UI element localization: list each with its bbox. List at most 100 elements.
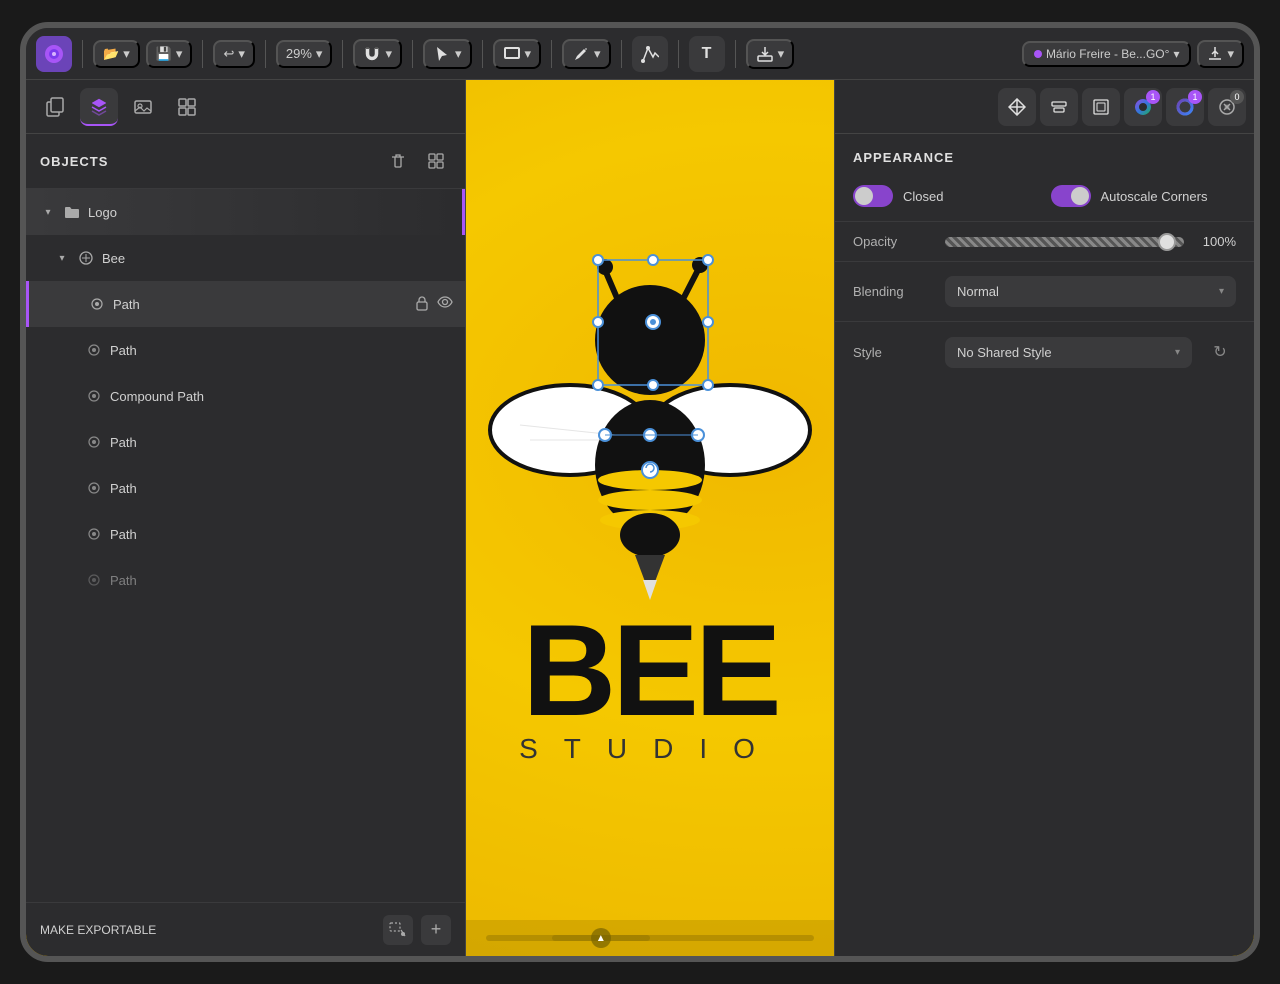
user-name-label: Mário Freire - Be...GO°: [1046, 47, 1170, 61]
bee-illustration: [450, 235, 850, 675]
layer-item-path1[interactable]: Path: [26, 281, 465, 327]
magnet-dropdown[interactable]: ▾: [353, 39, 402, 69]
right-panel-icon-row: 1 1: [835, 80, 1254, 134]
transform-tool-button[interactable]: [1082, 88, 1120, 126]
path1-actions: [415, 295, 453, 314]
bee-chevron-icon[interactable]: ▾: [54, 250, 70, 266]
export-selection-button[interactable]: [383, 915, 413, 945]
closed-toggle[interactable]: [853, 185, 893, 207]
make-exportable-label: MAKE EXPORTABLE: [40, 923, 156, 937]
canvas-content: BEE STUDIO: [466, 80, 834, 920]
toolbar-separator-1: [82, 40, 83, 68]
scrollbar-thumb[interactable]: ▲: [552, 935, 650, 941]
layer-item-path2[interactable]: Path: [26, 327, 465, 373]
style-select[interactable]: No Shared Style ▾: [945, 337, 1192, 368]
export-dropdown[interactable]: ▾: [1197, 40, 1244, 68]
objects-panel: OBJECTS: [26, 134, 465, 956]
export-chevron-icon: ▾: [1227, 46, 1234, 62]
style-value: No Shared Style: [957, 345, 1052, 360]
path2-layer-name: Path: [110, 343, 453, 358]
opacity-slider[interactable]: [945, 237, 1184, 247]
objects-header-actions: [383, 146, 451, 176]
file-dropdown[interactable]: 📂 ▾: [93, 40, 140, 68]
objects-title: OBJECTS: [40, 154, 108, 169]
move-tool-button[interactable]: [998, 88, 1036, 126]
appearance-header: APPEARANCE: [835, 134, 1254, 175]
node-tool-button[interactable]: [632, 36, 668, 72]
save-dropdown[interactable]: 💾 ▾: [146, 40, 193, 68]
pen-dropdown[interactable]: ▾: [562, 39, 611, 69]
canvas-scrollbar[interactable]: ▲: [466, 920, 834, 956]
path5-anchor-icon: [84, 524, 104, 544]
undo-dropdown[interactable]: ↩ ▾: [213, 40, 254, 68]
chevron-up-icon: ▲: [596, 933, 606, 944]
bee-group-icon: [76, 248, 96, 268]
scrollbar-track[interactable]: ▲: [486, 935, 814, 941]
layer-item-logo[interactable]: ▾ Logo: [26, 189, 465, 235]
opacity-slider-thumb: [1158, 233, 1176, 251]
logo-chevron-icon[interactable]: ▾: [40, 204, 56, 220]
blending-chevron-icon: ▾: [1219, 286, 1224, 297]
images-panel-button[interactable]: [124, 88, 162, 126]
arrange-layers-button[interactable]: [421, 146, 451, 176]
left-panel: OBJECTS: [26, 80, 466, 956]
blending-row: Blending Normal ▾: [835, 266, 1254, 317]
zoom-value: 29%: [286, 46, 312, 61]
import-dropdown[interactable]: ▾: [746, 39, 795, 69]
align-tool-button[interactable]: [1040, 88, 1078, 126]
layer-item-bee[interactable]: ▾ Bee: [26, 235, 465, 281]
path1-visibility-icon[interactable]: [437, 295, 453, 314]
autoscale-toggle-group: Autoscale Corners: [1051, 185, 1237, 207]
panel-footer: MAKE EXPORTABLE +: [26, 902, 465, 956]
path1-anchor-icon: [87, 294, 107, 314]
undo-icon: ↩: [223, 46, 234, 62]
divider-1: [835, 221, 1254, 222]
layers-icon: [89, 96, 109, 116]
layer-item-path4[interactable]: Path: [26, 465, 465, 511]
path6-anchor-icon: [84, 570, 104, 590]
main-area: OBJECTS: [26, 80, 1254, 956]
add-export-button[interactable]: +: [421, 915, 451, 945]
shape-dropdown[interactable]: ▾: [493, 39, 542, 69]
select-dropdown[interactable]: ▾: [423, 39, 472, 69]
bee-layer-name: Bee: [102, 251, 453, 266]
select-chevron-icon: ▾: [455, 46, 462, 62]
style-refresh-button[interactable]: ↻: [1204, 336, 1236, 368]
plus-icon: +: [431, 919, 442, 940]
pen-icon: [572, 45, 590, 63]
path1-lock-icon[interactable]: [415, 295, 429, 314]
blending-label: Blending: [853, 284, 933, 299]
style-chevron-icon: ▾: [1175, 347, 1180, 358]
opacity-label: Opacity: [853, 234, 933, 249]
fill-color-button[interactable]: 1: [1124, 88, 1162, 126]
autoscale-label: Autoscale Corners: [1101, 189, 1208, 204]
text-tool-button[interactable]: T: [689, 36, 725, 72]
studio-text: STUDIO: [519, 733, 781, 765]
layer-item-path6[interactable]: Path: [26, 557, 465, 603]
copy-panel-button[interactable]: [36, 88, 74, 126]
closed-toggle-group: Closed: [853, 185, 1039, 207]
app-logo-button[interactable]: [36, 36, 72, 72]
effects-button[interactable]: 0: [1208, 88, 1246, 126]
delete-layer-button[interactable]: [383, 146, 413, 176]
compound-anchor-icon: [84, 386, 104, 406]
autoscale-toggle[interactable]: [1051, 185, 1091, 207]
layer-item-compound[interactable]: Compound Path: [26, 373, 465, 419]
appearance-section: APPEARANCE Closed Au: [835, 134, 1254, 956]
toolbar-separator-3: [265, 40, 266, 68]
cursor-icon: [433, 45, 451, 63]
layers-panel-button[interactable]: [80, 88, 118, 126]
opacity-row: Opacity 100%: [835, 226, 1254, 257]
align-icon: [1050, 98, 1068, 116]
zoom-dropdown[interactable]: 29% ▾: [276, 40, 333, 68]
stroke-badge: 1: [1188, 90, 1202, 104]
blending-select[interactable]: Normal ▾: [945, 276, 1236, 307]
blending-value: Normal: [957, 284, 999, 299]
user-dropdown[interactable]: Mário Freire - Be...GO° ▾: [1022, 41, 1192, 67]
layer-item-path5[interactable]: Path: [26, 511, 465, 557]
layer-item-path3[interactable]: Path: [26, 419, 465, 465]
components-panel-button[interactable]: [168, 88, 206, 126]
stroke-color-button[interactable]: 1: [1166, 88, 1204, 126]
save-icon: 💾: [156, 46, 172, 62]
compound-layer-name: Compound Path: [110, 389, 453, 404]
